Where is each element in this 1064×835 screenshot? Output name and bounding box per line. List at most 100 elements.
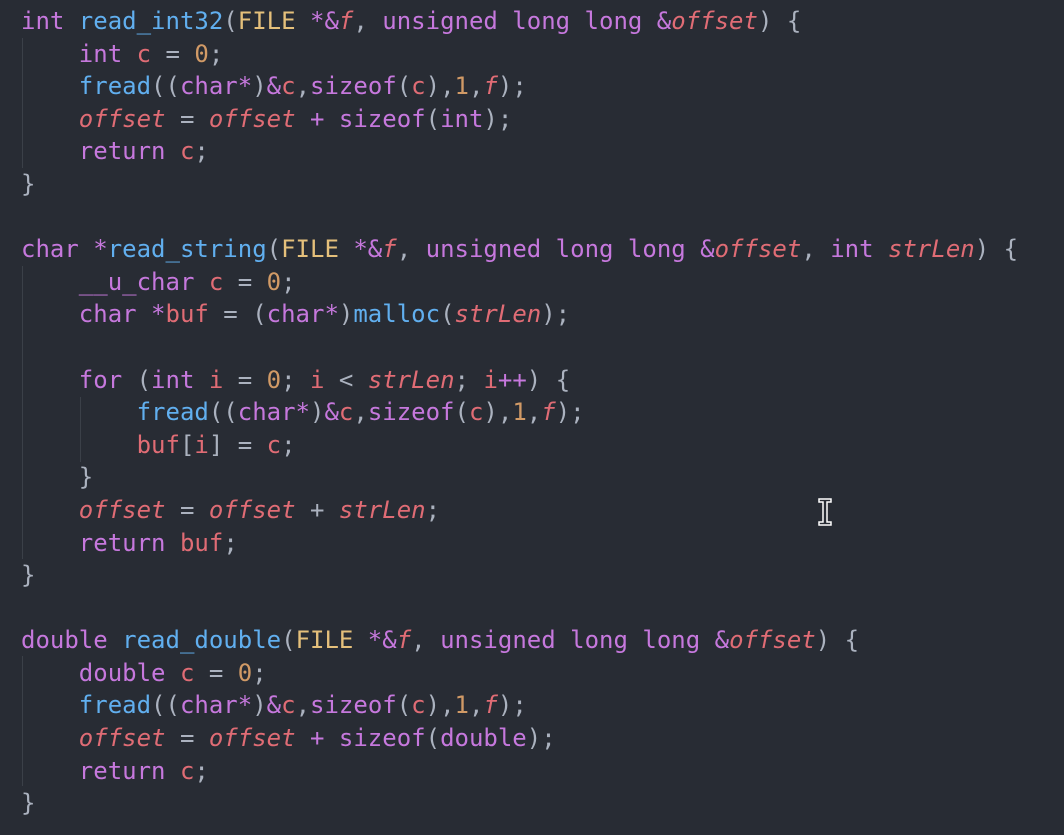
code-line[interactable] (21, 331, 1018, 364)
code-token: ( (425, 724, 441, 753)
code-line[interactable]: return c; (21, 755, 1018, 788)
code-line[interactable]: fread((char*)&c,sizeof(c),1,f); (21, 689, 1018, 722)
code-editor[interactable]: int read_int32(FILE *&f, unsigned long l… (21, 5, 1018, 820)
code-line[interactable]: __u_char c = 0; (21, 266, 1018, 299)
code-token: ; (252, 658, 267, 687)
code-line[interactable]: int read_int32(FILE *&f, unsigned long l… (21, 5, 1018, 38)
code-token: = (165, 495, 209, 524)
code-line[interactable]: int c = 0; (21, 38, 1018, 71)
code-token: (( (208, 398, 238, 427)
code-token: 1 (454, 72, 469, 101)
code-token: & (266, 691, 282, 720)
code-line[interactable]: } (21, 168, 1018, 201)
code-line[interactable]: return c; (21, 135, 1018, 168)
code-token: , (353, 398, 368, 427)
code-token: strLen (888, 235, 975, 264)
code-token: for (78, 365, 137, 394)
code-line[interactable]: offset = offset + strLen; (21, 494, 1018, 527)
code-token: c (338, 398, 354, 427)
code-token: } (21, 789, 36, 818)
code-line[interactable]: } (21, 559, 1018, 592)
code-token: , (295, 691, 311, 720)
code-line[interactable]: return buf; (21, 527, 1018, 560)
code-line[interactable]: double read_double(FILE *&f, unsigned lo… (21, 624, 1018, 657)
code-token: ); (526, 724, 556, 753)
code-token: offset (671, 7, 758, 35)
code-line[interactable]: double c = 0; (21, 657, 1018, 690)
code-token: sizeof (367, 398, 455, 427)
code-token: = (194, 658, 238, 687)
code-token: ( (266, 235, 282, 264)
code-line[interactable]: for (int i = 0; i < strLen; i++) { (21, 364, 1018, 397)
code-token: FILE (295, 626, 354, 655)
code-token: strLen (338, 495, 426, 524)
code-token: ) (252, 691, 267, 720)
code-token: c (468, 398, 484, 427)
code-line[interactable] (21, 201, 1018, 234)
code-token: ) { (526, 365, 571, 394)
code-token: c (179, 756, 195, 785)
code-token: } (21, 561, 36, 590)
code-token: c (411, 72, 426, 101)
code-token: ), (425, 691, 455, 720)
code-line[interactable]: fread((char*)&c,sizeof(c),1,f); (21, 70, 1018, 103)
code-line[interactable]: } (21, 461, 1018, 494)
code-token: return (78, 756, 180, 785)
code-token: + sizeof (295, 104, 426, 133)
code-token: char * (21, 235, 108, 264)
code-token: offset (729, 626, 816, 655)
code-token: f (338, 7, 354, 35)
code-token: ; (281, 365, 311, 394)
code-token: strLen (367, 365, 455, 394)
code-token: , (411, 626, 441, 655)
code-line[interactable]: buf[i] = c; (21, 429, 1018, 462)
code-token: ), (425, 72, 455, 101)
code-token: = (223, 365, 267, 394)
code-token: *& (295, 7, 339, 35)
code-token: unsigned long long & (425, 235, 715, 264)
code-token: char* (237, 398, 310, 427)
code-line[interactable]: offset = offset + sizeof(int); (21, 103, 1018, 136)
code-token: } (21, 169, 36, 198)
code-line[interactable]: char *buf = (char*)malloc(strLen); (21, 298, 1018, 331)
code-token: ( (223, 7, 238, 35)
code-line[interactable]: } (21, 787, 1018, 820)
code-token: ), (483, 398, 513, 427)
code-token: 0 (266, 365, 282, 394)
code-token: fread (78, 72, 152, 101)
code-token: ); (497, 72, 527, 101)
text-cursor-ibeam-icon (816, 497, 834, 527)
code-token: ++ (497, 365, 527, 394)
code-token: 1 (512, 398, 527, 427)
code-token: buf (165, 300, 209, 329)
code-line[interactable]: offset = offset + sizeof(double); (21, 722, 1018, 755)
code-token: c (208, 267, 224, 296)
code-token: (( (151, 691, 180, 720)
code-token: ; (281, 430, 296, 459)
code-token: ) { (815, 626, 860, 655)
code-token: & (266, 72, 282, 101)
code-line[interactable] (21, 592, 1018, 625)
code-token: f (396, 626, 412, 655)
code-token: offset (78, 495, 166, 524)
code-token: c (136, 39, 152, 68)
indent-guide (22, 656, 23, 786)
code-token: ( (440, 300, 455, 329)
code-token: f (541, 398, 556, 427)
code-token: c (281, 691, 296, 720)
code-token: fread (78, 691, 152, 720)
code-token: , (526, 398, 542, 427)
code-line[interactable]: char *read_string(FILE *&f, unsigned lon… (21, 233, 1018, 266)
code-token: malloc (353, 300, 441, 329)
code-token: + sizeof (295, 724, 426, 753)
code-token: ) { (974, 235, 1019, 264)
code-token: < (324, 365, 368, 394)
code-line[interactable]: fread((char*)&c,sizeof(c),1,f); (21, 396, 1018, 429)
code-token: c (179, 137, 195, 166)
code-token: ; (194, 756, 209, 785)
code-token: int (440, 104, 484, 133)
